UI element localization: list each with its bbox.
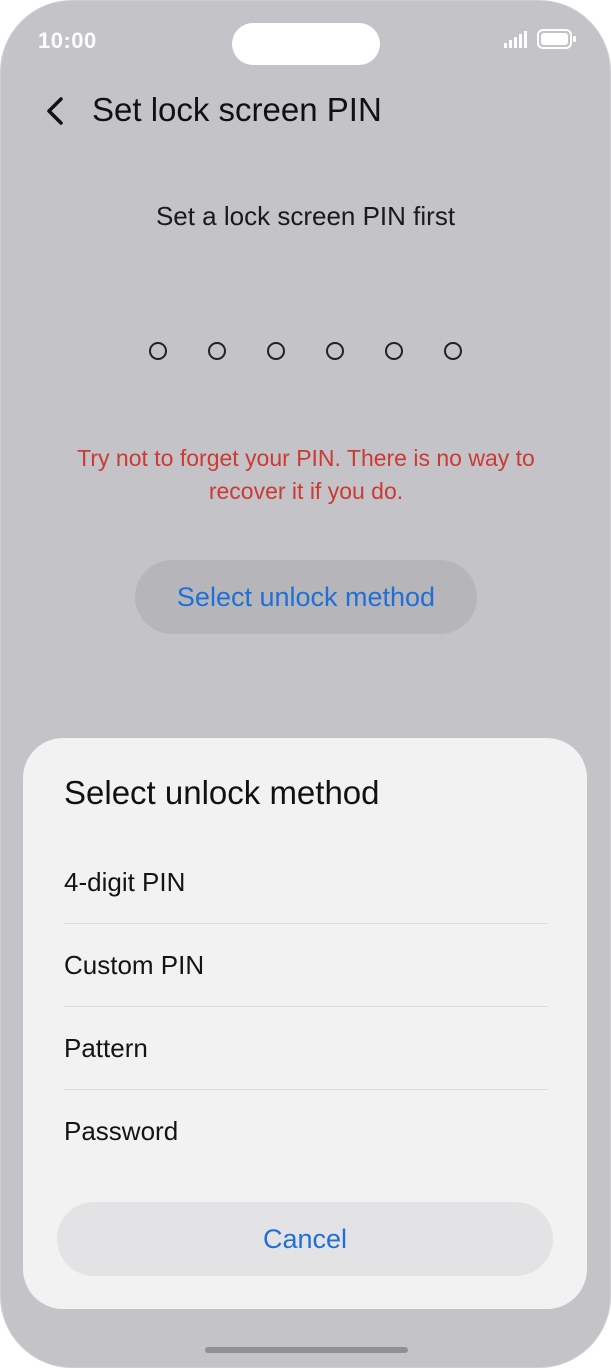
battery-icon <box>537 29 576 49</box>
cancel-button[interactable]: Cancel <box>57 1202 553 1276</box>
option-password[interactable]: Password <box>64 1090 548 1173</box>
pin-dot <box>326 342 344 360</box>
pin-dot <box>385 342 403 360</box>
pin-dots <box>1 342 610 360</box>
warning-text: Try not to forget your PIN. There is no … <box>77 445 535 504</box>
select-unlock-method-button[interactable]: Select unlock method <box>135 560 477 634</box>
status-bar: 10:00 <box>1 1 610 81</box>
pin-dot <box>208 342 226 360</box>
sheet-title: Select unlock method <box>64 774 380 811</box>
header: Set lock screen PIN <box>1 81 610 141</box>
instruction-text: Set a lock screen PIN first <box>155 201 456 231</box>
signal-icon <box>504 31 527 48</box>
home-indicator[interactable] <box>205 1347 408 1353</box>
pin-dot <box>444 342 462 360</box>
phone-screen: 10:00 Set lock screen PIN Set a lock scr… <box>0 0 611 1368</box>
option-4-digit-pin[interactable]: 4-digit PIN <box>64 841 548 924</box>
chevron-left-icon[interactable] <box>41 91 73 131</box>
camera-notch <box>232 23 380 65</box>
unlock-method-sheet: Select unlock method 4-digit PIN Custom … <box>23 738 587 1309</box>
status-time: 10:00 <box>38 28 97 53</box>
pin-dot <box>149 342 167 360</box>
page-title: Set lock screen PIN <box>92 91 382 128</box>
pin-dot <box>267 342 285 360</box>
option-pattern[interactable]: Pattern <box>64 1007 548 1090</box>
option-custom-pin[interactable]: Custom PIN <box>64 924 548 1007</box>
